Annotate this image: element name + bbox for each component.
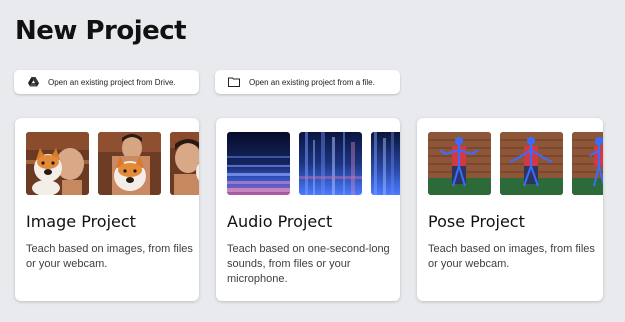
pose-skeleton-photo [428, 132, 491, 195]
open-from-file-button[interactable]: Open an existing project from a file. [215, 70, 400, 94]
person-with-plush-dog-photo [170, 132, 199, 195]
pose-skeleton-photo [572, 132, 603, 195]
pose-project-card[interactable]: Pose Project Teach based on images, from… [417, 118, 603, 301]
audio-project-description: Teach based on one-second-long sounds, f… [227, 243, 390, 285]
spectrogram [227, 132, 290, 195]
pose-project-description: Teach based on images, from files or you… [428, 243, 595, 270]
google-drive-icon [26, 75, 40, 89]
pose-project-title: Pose Project [428, 212, 525, 231]
audio-project-card[interactable]: Audio Project Teach based on one-second-… [216, 118, 400, 301]
person-with-plush-dog-photo [98, 132, 161, 195]
spectrogram [371, 132, 400, 195]
open-from-drive-label: Open an existing project from Drive. [48, 77, 176, 87]
new-project-page: New Project Open an existing project fro… [0, 0, 625, 322]
image-project-thumbnails [26, 132, 199, 195]
image-project-card[interactable]: Image Project Teach based on images, fro… [15, 118, 199, 301]
folder-icon [227, 75, 241, 89]
page-title: New Project [15, 16, 187, 46]
open-from-file-label: Open an existing project from a file. [249, 77, 375, 87]
person-with-plush-dog-photo [26, 132, 89, 195]
spectrogram [299, 132, 362, 195]
open-from-drive-button[interactable]: Open an existing project from Drive. [14, 70, 199, 94]
image-project-title: Image Project [26, 212, 136, 231]
audio-project-title: Audio Project [227, 212, 333, 231]
audio-project-thumbnails [227, 132, 400, 195]
image-project-description: Teach based on images, from files or you… [26, 243, 193, 270]
pose-skeleton-photo [500, 132, 563, 195]
pose-project-thumbnails [428, 132, 603, 195]
